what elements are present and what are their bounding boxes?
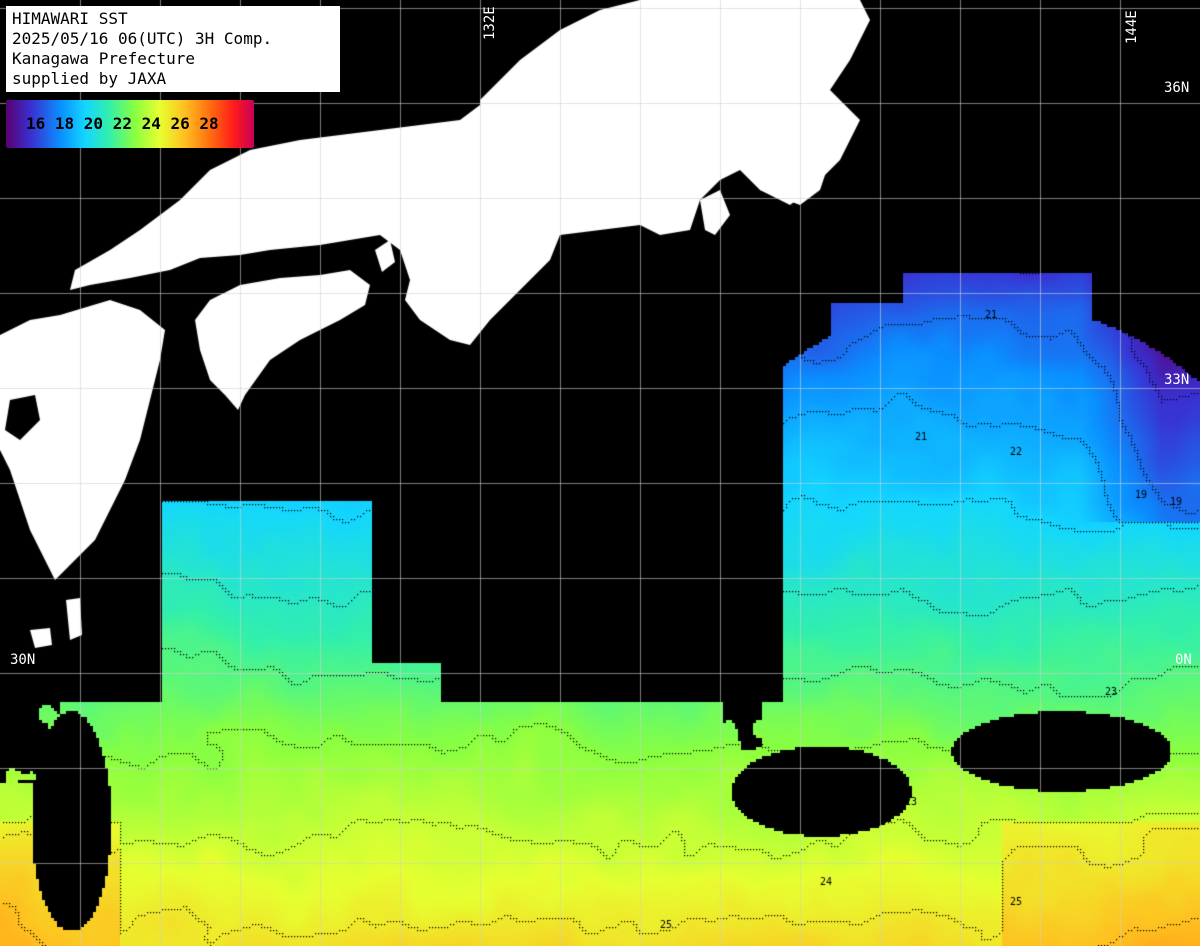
color-scale-legend: 16 18 20 22 24 26 28 — [6, 100, 254, 148]
legend-tick-labels: 16 18 20 22 24 26 28 — [26, 114, 219, 133]
lat-label-36n: 36N — [1164, 80, 1190, 96]
lat-label-33n: 33N — [1164, 372, 1190, 388]
lat-label-30n-right: 0N — [1175, 652, 1192, 668]
title-line-region: Kanagawa Prefecture — [12, 49, 196, 68]
lat-label-30n: 30N — [10, 652, 36, 668]
lon-label-132e: 132E — [482, 6, 498, 40]
lat-label-33-left: 33 — [10, 372, 27, 388]
lon-label-144e: 144E — [1124, 10, 1140, 44]
title-line-product: HIMAWARI SST — [12, 9, 128, 28]
title-line-datetime: 2025/05/16 06(UTC) 3H Comp. — [12, 29, 273, 48]
title-box: HIMAWARI SST 2025/05/16 06(UTC) 3H Comp.… — [6, 6, 340, 92]
title-line-credit: supplied by JAXA — [12, 69, 167, 88]
